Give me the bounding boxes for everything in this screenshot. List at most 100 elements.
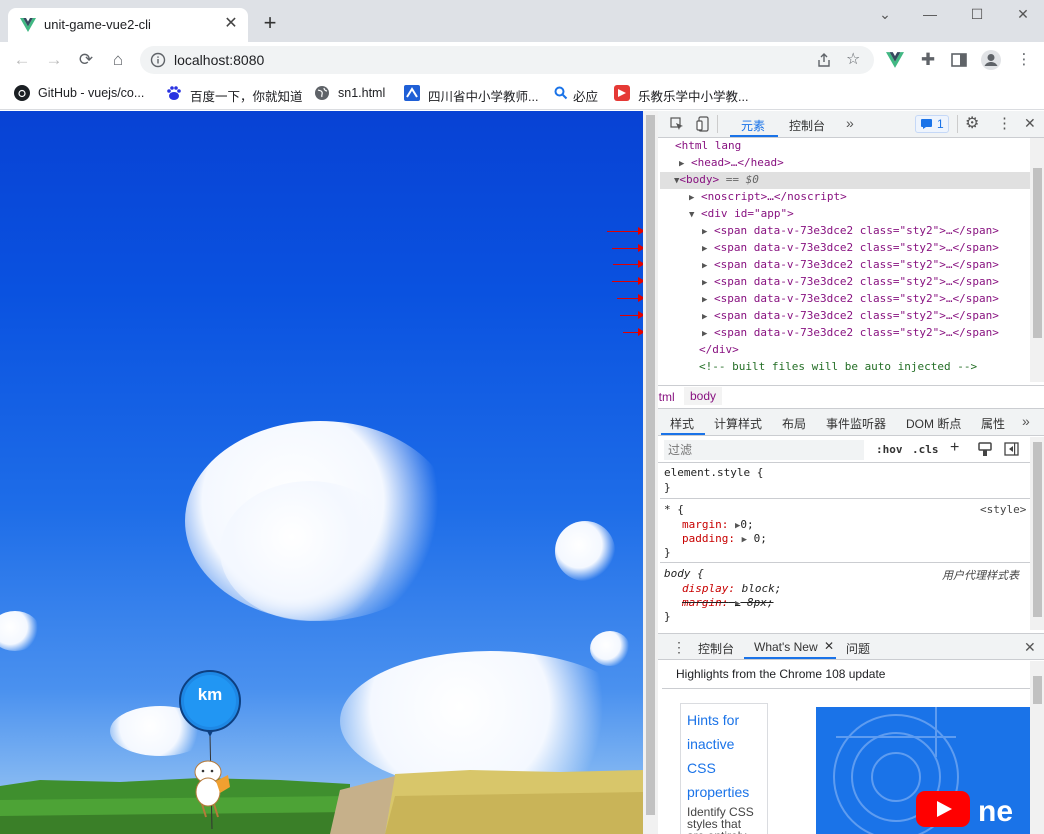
drawer-close-icon[interactable]: ✕: [1024, 639, 1036, 656]
rule-star-selector[interactable]: * {: [664, 503, 684, 516]
styles-scrollbar[interactable]: [1030, 437, 1044, 630]
youtube-play-icon[interactable]: [916, 791, 970, 827]
baidu-icon: [167, 86, 181, 100]
whats-new-card[interactable]: Hints for inactive CSS properties Identi…: [680, 703, 768, 834]
tab-console[interactable]: 控制台: [789, 117, 825, 134]
dom-node-html[interactable]: <html lang: [675, 139, 741, 152]
bookmark-sichuan-edu[interactable]: 四川省中小学教师...: [404, 85, 544, 104]
reload-icon[interactable]: ⟳: [75, 49, 97, 71]
toggle-sidebar-icon[interactable]: [1004, 442, 1019, 456]
new-rule-icon[interactable]: +: [950, 439, 959, 457]
rule-source-style[interactable]: <style>: [980, 503, 1026, 516]
scrollbar-thumb[interactable]: [1033, 676, 1042, 704]
dom-node-span[interactable]: ▶ <span data-v-73e3dce2 class="sty2">…</…: [702, 292, 999, 305]
drawer-tab-whats-new[interactable]: What's New: [754, 640, 818, 654]
device-toolbar-icon[interactable]: [696, 116, 710, 132]
star-icon[interactable]: ☆: [846, 49, 860, 69]
devtools-menu-icon[interactable]: ⋮: [997, 114, 1012, 132]
dom-node-span[interactable]: ▶ <span data-v-73e3dce2 class="sty2">…</…: [702, 326, 999, 339]
rule-margin-overridden[interactable]: margin: ▶ 8px;: [682, 596, 774, 609]
close-window-button[interactable]: ✕: [1011, 4, 1035, 24]
dom-scrollbar[interactable]: [1030, 138, 1044, 382]
styles-rules: element.style { } * { <style> margin: ▶0…: [644, 463, 1030, 630]
bookmark-lejiao[interactable]: 乐教乐学中小学教...: [614, 85, 764, 104]
tab-dom-breakpoints[interactable]: DOM 断点: [906, 415, 961, 432]
more-tabs-icon[interactable]: »: [846, 115, 854, 131]
vue-devtools-extension-icon[interactable]: [886, 51, 904, 69]
drawer-tab-issues[interactable]: 问题: [846, 640, 870, 657]
new-tab-button[interactable]: +: [258, 12, 282, 36]
rule-display[interactable]: display: block;: [682, 582, 781, 595]
dom-node-span[interactable]: ▶ <span data-v-73e3dce2 class="sty2">…</…: [702, 309, 999, 322]
menu-kebab-icon[interactable]: ⋮: [1013, 49, 1035, 71]
dom-node-span[interactable]: ▶ <span data-v-73e3dce2 class="sty2">…</…: [702, 258, 999, 271]
collapse-triangle-icon[interactable]: ▼: [689, 210, 694, 220]
rule-padding[interactable]: padding: ▶ 0;: [682, 532, 767, 545]
bookmark-sn1[interactable]: sn1.html: [314, 85, 394, 103]
rule-body-selector[interactable]: body {: [664, 567, 704, 580]
tab-search-icon[interactable]: ⌄: [873, 4, 897, 24]
maximize-button[interactable]: ☐: [965, 4, 989, 24]
bookmark-github[interactable]: GitHub - vuejs/co...: [14, 85, 154, 103]
inspect-element-icon[interactable]: [670, 117, 684, 131]
expand-triangle-icon[interactable]: ▶: [679, 159, 684, 169]
dom-node-div-close[interactable]: </div>: [699, 343, 739, 356]
extensions-icon[interactable]: ✚: [917, 49, 939, 71]
paint-brush-icon[interactable]: [978, 442, 992, 457]
dom-node-app[interactable]: ▼ <div id="app">: [689, 207, 794, 220]
tab-event-listeners[interactable]: 事件监听器: [826, 415, 886, 432]
minimize-button[interactable]: —: [918, 4, 942, 24]
scrollbar-thumb[interactable]: [1033, 168, 1042, 338]
rule-margin[interactable]: margin: ▶0;: [682, 518, 754, 531]
page-scrollbar[interactable]: [643, 111, 658, 834]
dom-node-head[interactable]: ▶ <head>…</head>: [679, 156, 784, 169]
dom-node-body[interactable]: ▼<body> == $0: [674, 173, 759, 186]
home-icon[interactable]: ⌂: [107, 49, 129, 71]
breadcrumb-body[interactable]: body: [684, 387, 723, 405]
scrollbar-thumb[interactable]: [1033, 442, 1042, 617]
tab-elements[interactable]: 元素: [741, 117, 765, 134]
back-icon[interactable]: ←: [11, 49, 33, 71]
rule-source-ua: 用户代理样式表: [942, 569, 1019, 582]
bookmark-label: 四川省中小学教师...: [428, 90, 539, 104]
bookmark-label: GitHub - vuejs/co...: [38, 86, 145, 100]
dom-node-span[interactable]: ▶ <span data-v-73e3dce2 class="sty2">…</…: [702, 241, 999, 254]
forward-icon[interactable]: →: [43, 49, 65, 71]
drawer-tab-console[interactable]: 控制台: [698, 640, 734, 657]
whats-new-video[interactable]: ne: [816, 707, 1030, 834]
cls-toggle[interactable]: .cls: [912, 443, 939, 456]
tab-close-icon[interactable]: ✕: [222, 15, 240, 33]
cloud: [0, 611, 40, 651]
card-title[interactable]: Hints for inactive CSS properties: [687, 708, 761, 804]
dom-node-span[interactable]: ▶ <span data-v-73e3dce2 class="sty2">…</…: [702, 224, 999, 237]
dom-node-span[interactable]: ▶ <span data-v-73e3dce2 class="sty2">…</…: [702, 275, 999, 288]
hov-toggle[interactable]: :hov: [876, 443, 903, 456]
issues-badge[interactable]: 1: [915, 115, 949, 133]
bookmark-baidu[interactable]: 百度一下，你就知道: [166, 85, 306, 104]
more-tabs-icon[interactable]: »: [1022, 413, 1030, 429]
edu-icon: [404, 85, 420, 101]
filter-input[interactable]: [664, 440, 864, 460]
side-panel-icon[interactable]: [951, 53, 967, 67]
info-icon[interactable]: [150, 52, 166, 68]
scrollbar-thumb[interactable]: [646, 115, 655, 815]
settings-gear-icon[interactable]: ⚙: [965, 113, 979, 133]
rule-element-style[interactable]: element.style {: [664, 466, 763, 479]
expand-triangle-icon[interactable]: ▶: [689, 193, 694, 203]
globe-icon: [315, 86, 329, 100]
tab-styles[interactable]: 样式: [670, 415, 694, 432]
tab-computed[interactable]: 计算样式: [714, 415, 762, 432]
drawer-scrollbar[interactable]: [1030, 661, 1044, 834]
tab-properties[interactable]: 属性: [981, 415, 1005, 432]
dom-node-noscript[interactable]: ▶ <noscript>…</noscript>: [689, 190, 847, 203]
browser-tab[interactable]: unit-game-vue2-cli ✕: [8, 8, 248, 42]
address-bar[interactable]: localhost:8080 ☆: [140, 46, 874, 74]
profile-avatar-icon[interactable]: [980, 49, 1002, 71]
bookmark-bing[interactable]: 必应: [553, 85, 613, 104]
tab-layout[interactable]: 布局: [782, 415, 806, 432]
devtools-close-icon[interactable]: ✕: [1024, 115, 1036, 132]
drawer-menu-icon[interactable]: ⋮: [672, 639, 686, 656]
whats-new-close-icon[interactable]: ✕: [824, 639, 834, 653]
dom-node-comment[interactable]: <!-- built files will be auto injected -…: [699, 360, 977, 373]
share-icon[interactable]: [816, 52, 832, 68]
